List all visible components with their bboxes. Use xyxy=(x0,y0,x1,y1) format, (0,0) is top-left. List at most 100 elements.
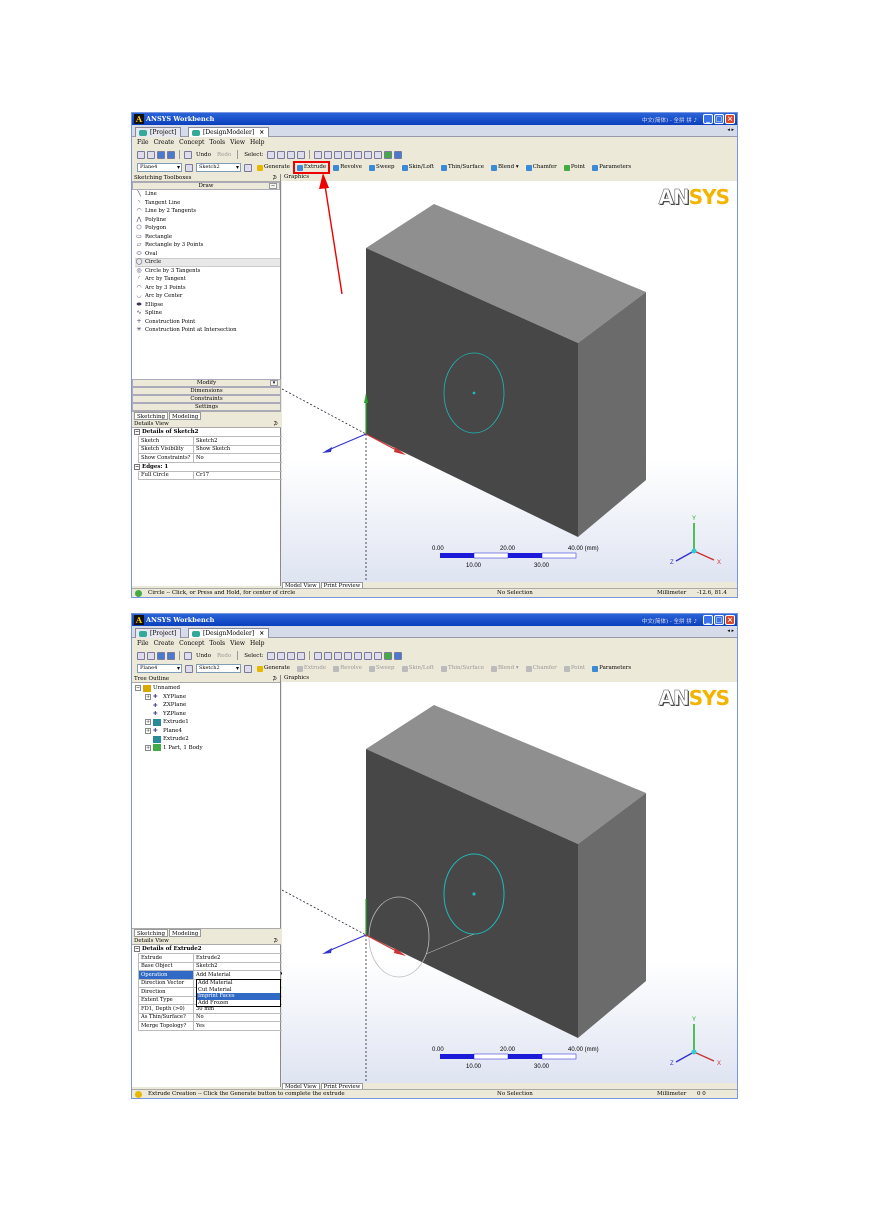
undo-button[interactable]: Undo xyxy=(194,152,213,158)
zoom-fit-icon[interactable] xyxy=(354,651,363,660)
rotate-icon[interactable] xyxy=(314,651,323,660)
constraints-toolbox-header[interactable]: Constraints xyxy=(132,395,281,403)
expand-icon[interactable]: + xyxy=(145,693,151,700)
collapse-icon[interactable]: − xyxy=(269,183,277,189)
menu-create[interactable]: Create xyxy=(154,138,175,147)
draw-toolbox-header[interactable]: Draw − xyxy=(132,182,280,190)
sketch-select[interactable]: Sketch2 xyxy=(196,163,241,172)
collapse-icon[interactable]: − xyxy=(135,685,141,692)
expand-icon[interactable]: ▾ xyxy=(270,380,278,386)
tool-spline[interactable]: ∿ Spline xyxy=(135,309,280,318)
close-tab-icon[interactable]: × xyxy=(259,129,264,136)
thin-surface-button[interactable]: Thin/Surface xyxy=(439,664,486,673)
menu-help[interactable]: Help xyxy=(250,639,265,648)
tool-circle[interactable]: ◯ Circle xyxy=(135,258,280,267)
tool-tangent-line[interactable]: ◝ Tangent Line xyxy=(135,199,280,208)
zoom-icon[interactable] xyxy=(334,651,343,660)
details-group-title[interactable]: − Details of Extrude2 xyxy=(132,945,281,953)
tree-node-xyplane[interactable]: + ✚ XYPlane xyxy=(135,693,280,702)
tool-construction-point-intersection[interactable]: ✳ Construction Point at Intersection xyxy=(135,326,280,335)
zoom-icon[interactable] xyxy=(334,150,343,159)
image-capture-icon[interactable] xyxy=(184,651,192,660)
thin-surface-button[interactable]: Thin/Surface xyxy=(439,163,486,172)
tab-sketching[interactable]: Sketching xyxy=(134,412,169,420)
details-group-title[interactable]: − Details of Sketch2 xyxy=(132,428,281,436)
close-button[interactable]: × xyxy=(725,114,735,124)
tool-circle-3-tangents[interactable]: ◎ Circle by 3 Tangents xyxy=(135,267,280,276)
tab-scroll-icon[interactable]: ◂ ▸ xyxy=(727,127,734,133)
settings-toolbox-header[interactable]: Settings xyxy=(132,403,281,411)
modify-toolbox-header[interactable]: Modify ▾ xyxy=(132,379,281,387)
tab-designmodeler[interactable]: [DesignModeler] × xyxy=(188,127,270,137)
extrude-button[interactable]: Extrude xyxy=(295,664,328,673)
tree-node-extrude1[interactable]: + Extrude1 xyxy=(135,718,280,727)
tool-polyline[interactable]: ⋀ Polyline xyxy=(135,216,280,225)
plane-select[interactable]: Plane4 xyxy=(137,163,182,172)
menu-concept[interactable]: Concept xyxy=(179,138,204,147)
tab-project[interactable]: [Project] xyxy=(135,127,182,137)
graphics-viewport[interactable]: Graphics ANSYS 0.00 20.00 40.00 (mm) 10.… xyxy=(282,675,737,1083)
edges-group-title[interactable]: − Edges: 1 xyxy=(132,463,281,471)
new-plane-icon[interactable] xyxy=(185,163,193,172)
blend-button[interactable]: Blend ▾ xyxy=(489,163,521,172)
tool-line-by-2-tangents[interactable]: ◠ Line by 2 Tangents xyxy=(135,207,280,216)
iso-view-icon[interactable] xyxy=(374,651,383,660)
export-icon[interactable] xyxy=(167,150,175,159)
menu-tools[interactable]: Tools xyxy=(209,138,225,147)
select-face-icon[interactable] xyxy=(297,651,306,660)
pin-icon[interactable]: ⊅ xyxy=(272,174,277,182)
menu-concept[interactable]: Concept xyxy=(179,639,204,648)
image-capture-icon[interactable] xyxy=(184,150,192,159)
operation-select[interactable]: Add Material▾ xyxy=(193,970,285,980)
pin-icon[interactable]: ⊅ xyxy=(272,675,277,683)
tool-arc-3-points[interactable]: ◠ Arc by 3 Points xyxy=(135,284,280,293)
parameters-button[interactable]: Parameters xyxy=(590,664,633,673)
rotate-icon[interactable] xyxy=(314,150,323,159)
graphics-viewport[interactable]: Graphics ANSYS 0.00 20.00 40.00 (mm) 10.… xyxy=(282,174,737,582)
select-edge-icon[interactable] xyxy=(287,651,296,660)
tool-rectangle-3-points[interactable]: ▱ Rectangle by 3 Points xyxy=(135,241,280,250)
circle-center-point[interactable] xyxy=(472,391,476,395)
export-icon[interactable] xyxy=(167,651,175,660)
maximize-button[interactable]: □ xyxy=(714,114,724,124)
option-add-frozen[interactable]: Add Frozen xyxy=(197,1000,280,1007)
tool-polygon[interactable]: ⬡ Polygon xyxy=(135,224,280,233)
select-mode-icon[interactable] xyxy=(267,150,276,159)
dimensions-toolbox-header[interactable]: Dimensions xyxy=(132,387,281,395)
parameters-button[interactable]: Parameters xyxy=(590,163,633,172)
new-icon[interactable] xyxy=(137,150,145,159)
circle-center-point[interactable] xyxy=(472,892,476,896)
iso-view-icon[interactable] xyxy=(374,150,383,159)
tree-node-yzplane[interactable]: ✚ YZPlane xyxy=(135,710,280,719)
chamfer-button[interactable]: Chamfer xyxy=(524,664,559,673)
generate-button[interactable]: Generate xyxy=(255,664,292,673)
new-sketch-icon[interactable] xyxy=(244,664,252,673)
skin-loft-button[interactable]: Skin/Loft xyxy=(400,664,436,673)
pin-icon[interactable]: ⊅ xyxy=(273,937,278,945)
undo-button[interactable]: Undo xyxy=(194,653,213,659)
magnifier-icon[interactable] xyxy=(364,150,373,159)
expand-icon[interactable]: + xyxy=(145,719,151,726)
collapse-icon[interactable]: − xyxy=(134,429,140,435)
select-face-icon[interactable] xyxy=(297,150,306,159)
generate-button[interactable]: Generate xyxy=(255,163,292,172)
new-plane-icon[interactable] xyxy=(185,664,193,673)
sweep-button[interactable]: Sweep xyxy=(367,163,397,172)
triad-icon[interactable] xyxy=(384,150,393,159)
tool-ellipse[interactable]: ⬬ Ellipse xyxy=(135,301,280,310)
tree-node-extrude2[interactable]: Extrude2 xyxy=(135,735,280,744)
new-sketch-icon[interactable] xyxy=(244,163,252,172)
sketch-select[interactable]: Sketch2 xyxy=(196,664,241,673)
sweep-button[interactable]: Sweep xyxy=(367,664,397,673)
collapse-icon[interactable]: − xyxy=(134,946,140,952)
expand-icon[interactable]: + xyxy=(145,744,151,751)
save-icon[interactable] xyxy=(157,651,165,660)
tool-line[interactable]: ╲ Line xyxy=(135,190,280,199)
redo-button[interactable]: Redo xyxy=(215,653,233,659)
revolve-button[interactable]: Revolve xyxy=(331,664,364,673)
zoom-box-icon[interactable] xyxy=(344,651,353,660)
close-tab-icon[interactable]: × xyxy=(259,630,264,637)
axis-triad[interactable]: Y X Z xyxy=(670,516,721,566)
tool-rectangle[interactable]: ▭ Rectangle xyxy=(135,233,280,242)
tree-node-plane4[interactable]: + ✚ Plane4 xyxy=(135,727,280,736)
